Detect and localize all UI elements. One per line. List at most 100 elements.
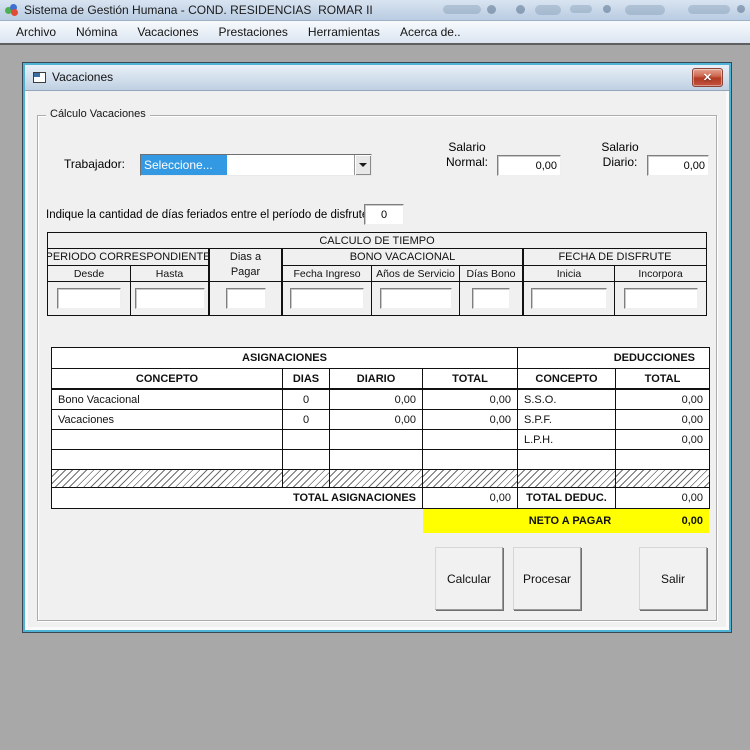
col-deduc-concepto: CONCEPTO	[518, 369, 616, 390]
trabajador-combobox[interactable]: Seleccione...	[140, 154, 372, 176]
col-dias-bono: Días Bono	[460, 266, 523, 282]
row-diario: 0,00	[330, 410, 423, 430]
row-deduc-concepto	[518, 450, 616, 470]
hatched-cell	[283, 470, 330, 488]
combo-dropdown-button[interactable]	[354, 155, 371, 175]
dialog-titlebar[interactable]: Vacaciones ✕	[25, 65, 729, 91]
total-deduc-label: TOTAL DEDUC.	[518, 488, 616, 508]
row-deduc-concepto: S.P.F.	[518, 410, 616, 430]
header-bono-vacacional: BONO VACACIONAL	[282, 249, 523, 266]
salir-button[interactable]: Salir	[639, 547, 707, 610]
menu-archivo[interactable]: Archivo	[6, 21, 66, 43]
col-hasta: Hasta	[131, 266, 209, 282]
menu-prestaciones[interactable]: Prestaciones	[209, 21, 298, 43]
menu-herramientas[interactable]: Herramientas	[298, 21, 390, 43]
dias-bono-field[interactable]	[472, 288, 510, 309]
row-diario: 0,00	[330, 390, 423, 410]
vacaciones-dialog: Vacaciones ✕ Cálculo Vacaciones Trabajad…	[22, 62, 732, 633]
row-total: 0,00	[423, 390, 518, 410]
calculo-tiempo-table: CALCULO DE TIEMPO PERIODO CORRESPONDIENT…	[47, 232, 707, 316]
row-total	[423, 430, 518, 450]
salario-diario-label-line1: Salario	[590, 140, 650, 155]
menu-vacaciones[interactable]: Vacaciones	[127, 21, 208, 43]
total-asignaciones-value: 0,00	[423, 488, 518, 508]
chevron-down-icon	[359, 163, 367, 167]
col-concepto: CONCEPTO	[52, 369, 283, 390]
titlebar-artifact	[516, 5, 525, 14]
neto-a-pagar-label: NETO A PAGAR	[517, 515, 623, 527]
row-dias: 0	[283, 410, 330, 430]
row-deduc-total: 0,00	[616, 430, 709, 450]
row-concepto: Bono Vacacional	[52, 390, 283, 410]
hasta-field[interactable]	[135, 288, 205, 309]
header-fecha-disfrute: FECHA DE DISFRUTE	[523, 249, 706, 266]
salario-normal-label: Salario Normal:	[436, 140, 498, 170]
menu-acerca-de[interactable]: Acerca de..	[390, 21, 471, 43]
col-anos-servicio: Años de Servicio	[372, 266, 460, 282]
trabajador-label: Trabajador:	[64, 157, 125, 171]
app-titlebar: Sistema de Gestión Humana - COND. RESIDE…	[0, 0, 750, 21]
salario-normal-field[interactable]	[497, 155, 561, 176]
menu-nomina[interactable]: Nómina	[66, 21, 127, 43]
titlebar-artifact	[625, 5, 665, 15]
groupbox-title: Cálculo Vacaciones	[46, 108, 150, 120]
titlebar-artifact	[487, 5, 496, 14]
salario-normal-label-line2: Normal:	[436, 155, 498, 170]
salario-diario-label: Salario Diario:	[590, 140, 650, 170]
col-inicia: Inicia	[523, 266, 615, 282]
tiempo-title: CALCULO DE TIEMPO	[48, 233, 706, 249]
titlebar-artifact	[603, 5, 611, 13]
total-asignaciones-label: TOTAL ASIGNACIONES	[52, 488, 423, 508]
col-diario: DIARIO	[330, 369, 423, 390]
incorpora-field[interactable]	[624, 288, 698, 309]
titlebar-artifact	[570, 5, 592, 13]
app-icon	[5, 4, 19, 17]
feriados-field[interactable]	[364, 204, 404, 225]
row-total	[423, 450, 518, 470]
col-incorpora: Incorpora	[615, 266, 706, 282]
titlebar-artifact	[443, 5, 481, 14]
titlebar-artifact	[535, 5, 561, 15]
titlebar-artifact	[737, 5, 745, 13]
form-icon	[33, 72, 46, 83]
calculo-vacaciones-groupbox: Cálculo Vacaciones Trabajador: Seleccion…	[37, 115, 717, 621]
anos-servicio-field[interactable]	[380, 288, 452, 309]
row-deduc-concepto: L.P.H.	[518, 430, 616, 450]
asignaciones-table: ASIGNACIONES DEDUCCIONES CONCEPTO DIAS D…	[51, 347, 710, 509]
trabajador-selected-value: Seleccione...	[141, 155, 227, 175]
hatched-cell	[423, 470, 518, 488]
hatched-cell	[330, 470, 423, 488]
fecha-ingreso-field[interactable]	[290, 288, 364, 309]
dias-pagar-line1: Dias a	[230, 250, 261, 265]
hatched-cell	[518, 470, 616, 488]
neto-a-pagar-value: 0,00	[623, 515, 709, 527]
row-total: 0,00	[423, 410, 518, 430]
asignaciones-section: ASIGNACIONES DEDUCCIONES CONCEPTO DIAS D…	[51, 347, 710, 533]
header-dias-a-pagar: Dias a Pagar	[209, 249, 282, 282]
dialog-title: Vacaciones	[52, 65, 113, 90]
desde-field[interactable]	[57, 288, 121, 309]
salario-normal-label-line1: Salario	[436, 140, 498, 155]
row-deduc-total: 0,00	[616, 410, 709, 430]
inicia-field[interactable]	[531, 288, 607, 309]
header-asignaciones: ASIGNACIONES	[52, 348, 518, 369]
salario-diario-label-line2: Diario:	[590, 155, 650, 170]
dias-pagar-field[interactable]	[226, 288, 266, 309]
row-deduc-total: 0,00	[616, 390, 709, 410]
row-dias	[283, 450, 330, 470]
dias-pagar-line2: Pagar	[231, 265, 260, 280]
col-total: TOTAL	[423, 369, 518, 390]
row-dias: 0	[283, 390, 330, 410]
row-deduc-total	[616, 450, 709, 470]
close-button[interactable]: ✕	[692, 68, 723, 87]
row-dias	[283, 430, 330, 450]
col-desde: Desde	[48, 266, 131, 282]
app-title: Sistema de Gestión Humana - COND. RESIDE…	[24, 0, 373, 21]
row-deduc-concepto: S.S.O.	[518, 390, 616, 410]
salario-diario-field[interactable]	[647, 155, 709, 176]
titlebar-artifact	[688, 5, 730, 14]
row-diario	[330, 450, 423, 470]
total-deduc-value: 0,00	[616, 488, 709, 508]
calcular-button[interactable]: Calcular	[435, 547, 503, 610]
procesar-button[interactable]: Procesar	[513, 547, 581, 610]
